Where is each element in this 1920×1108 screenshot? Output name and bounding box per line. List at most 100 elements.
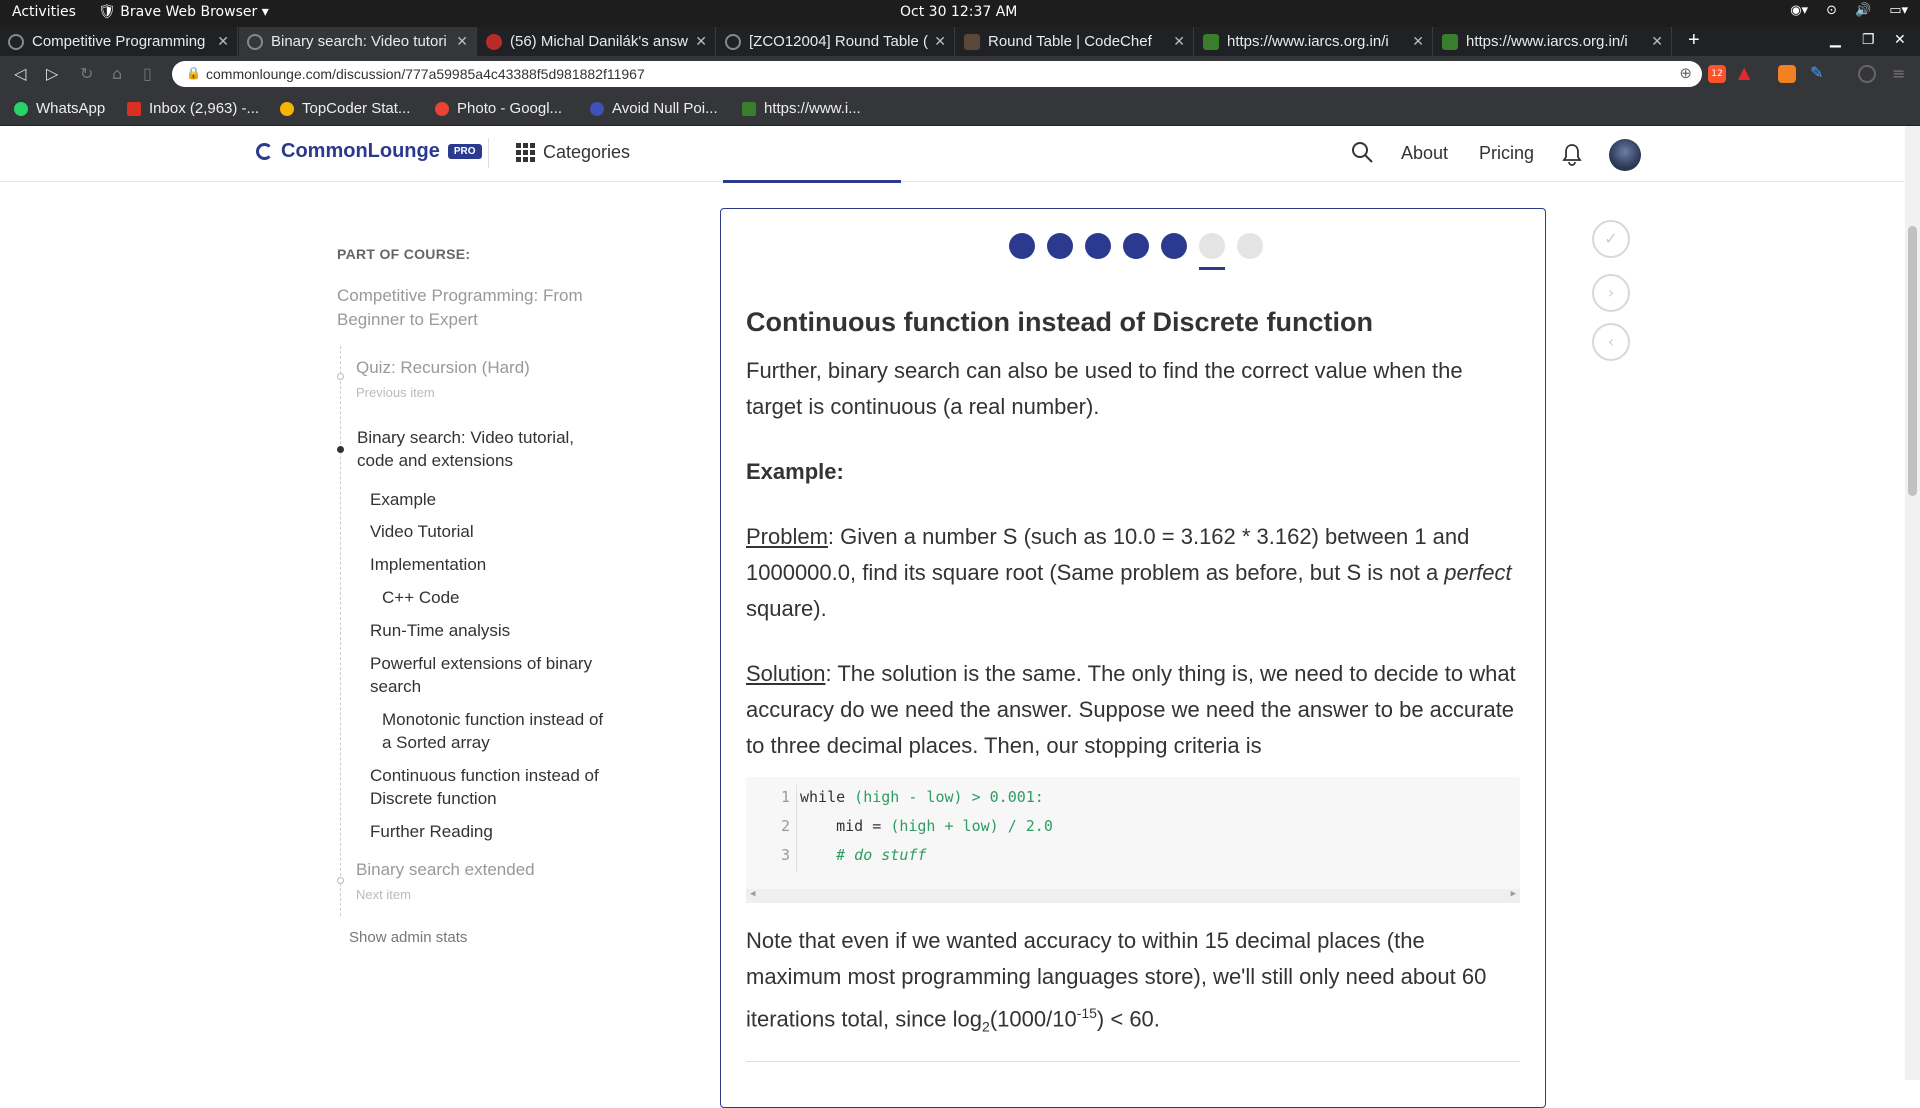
close-icon[interactable]: ✕: [1651, 33, 1663, 50]
section-link-continuous-function[interactable]: Continuous function instead of Discrete …: [370, 764, 610, 810]
close-window-icon[interactable]: ✕: [1894, 31, 1906, 48]
solution-paragraph: Solution: The solution is the same. The …: [746, 656, 1526, 764]
timeline-dot: [337, 373, 344, 380]
page-scrollbar[interactable]: [1905, 126, 1920, 1080]
bookmark-avoid-null[interactable]: Avoid Null Poi...: [590, 100, 718, 117]
bookmark-whatsapp[interactable]: WhatsApp: [14, 100, 105, 117]
tab-4[interactable]: Round Table | CodeChef ✕: [956, 27, 1194, 56]
tab-title: Competitive Programming: [32, 33, 206, 50]
extension-icon[interactable]: [1778, 65, 1796, 83]
tab-5[interactable]: https://www.iarcs.org.in/i ✕: [1195, 27, 1433, 56]
commonlounge-logo[interactable]: CommonLounge PRO: [256, 140, 482, 163]
bookmark-label: Photo - Googl...: [457, 100, 563, 117]
navigation-bar: ◁ ▷ ↻ ⌂ ▯ 🔒 commonlounge.com/discussion/…: [0, 56, 1920, 92]
next-button[interactable]: ›: [1592, 274, 1630, 312]
show-admin-stats-link[interactable]: Show admin stats: [349, 929, 467, 946]
home-icon[interactable]: ⌂: [112, 64, 122, 83]
system-tray[interactable]: ◉▾ ⊙ 🔊 ▭▾: [1790, 3, 1908, 18]
progress-step-4[interactable]: [1123, 233, 1149, 259]
address-bar[interactable]: 🔒 commonlounge.com/discussion/777a59985a…: [172, 61, 1702, 87]
progress-step-3[interactable]: [1085, 233, 1111, 259]
close-icon[interactable]: ✕: [1173, 33, 1185, 50]
zoom-icon[interactable]: ⊕: [1679, 64, 1692, 82]
bookmark-topcoder[interactable]: TopCoder Stat...: [280, 100, 410, 117]
bookmark-photo[interactable]: Photo - Googl...: [435, 100, 562, 117]
minimize-icon[interactable]: ▁: [1830, 31, 1841, 48]
scroll-left-icon[interactable]: ◀: [750, 889, 755, 899]
tab-6[interactable]: https://www.iarcs.org.in/i ✕: [1434, 27, 1672, 56]
pro-badge: PRO: [447, 144, 482, 159]
emphasis-text: perfect: [1444, 560, 1512, 585]
section-link-runtime-analysis[interactable]: Run-Time analysis: [370, 619, 510, 642]
close-icon[interactable]: ✕: [695, 33, 707, 50]
tab-title: https://www.iarcs.org.in/i: [1227, 33, 1389, 50]
previous-item-label: Previous item: [356, 385, 435, 400]
progress-step-6[interactable]: [1199, 233, 1225, 270]
current-item-title[interactable]: Binary search: Video tutorial, code and …: [357, 426, 607, 472]
url-text: commonlounge.com/discussion/777a59985a4c…: [206, 66, 645, 82]
tab-1[interactable]: Binary search: Video tutori ✕: [239, 27, 477, 56]
progress-step-1[interactable]: [1009, 233, 1035, 259]
forward-icon[interactable]: ▷: [46, 64, 58, 83]
bookmark-icon[interactable]: ▯: [143, 64, 152, 83]
bookmark-inbox[interactable]: Inbox (2,963) -...: [127, 100, 259, 117]
previous-item-link[interactable]: Quiz: Recursion (Hard): [356, 356, 616, 379]
tab-3[interactable]: [ZCO12004] Round Table (2 ✕: [717, 27, 955, 56]
site-header: CommonLounge PRO Categories About Pricin…: [0, 126, 1905, 182]
new-tab-button[interactable]: +: [1688, 29, 1700, 52]
course-title-link[interactable]: Competitive Programming: From Beginner t…: [337, 284, 607, 332]
progress-step-7[interactable]: [1237, 233, 1263, 259]
text-line: Note that even if we wanted accuracy to …: [746, 928, 1425, 953]
mark-complete-button[interactable]: ✓: [1592, 220, 1630, 258]
tab-0[interactable]: Competitive Programming ✕: [0, 27, 238, 56]
categories-label: Categories: [543, 142, 631, 162]
bell-icon[interactable]: [1561, 143, 1583, 167]
profile-icon[interactable]: [1858, 65, 1876, 83]
activities-button[interactable]: Activities: [12, 4, 76, 20]
reload-icon[interactable]: ↻: [80, 64, 93, 83]
avatar[interactable]: [1609, 139, 1641, 171]
section-link-further-reading[interactable]: Further Reading: [370, 820, 493, 843]
about-link[interactable]: About: [1401, 143, 1448, 164]
section-link-implementation[interactable]: Implementation: [370, 553, 486, 576]
menu-icon[interactable]: ≡: [1892, 64, 1905, 83]
scrollbar-thumb[interactable]: [1908, 226, 1917, 496]
section-link-cpp-code[interactable]: C++ Code: [382, 586, 460, 609]
close-icon[interactable]: ✕: [217, 33, 229, 50]
close-icon[interactable]: ✕: [1412, 33, 1424, 50]
tab-2[interactable]: (56) Michal Danilák's answ ✕: [478, 27, 716, 56]
previous-button[interactable]: ‹: [1592, 323, 1630, 361]
brand-name: CommonLounge: [281, 140, 440, 162]
categories-button[interactable]: Categories: [516, 142, 630, 163]
next-item-link[interactable]: Binary search extended: [356, 858, 535, 881]
bookmark-iarcs[interactable]: https://www.i...: [742, 100, 861, 117]
tab-indicator: [723, 180, 901, 183]
search-icon[interactable]: [1350, 140, 1374, 164]
restore-icon[interactable]: ❐: [1862, 31, 1875, 48]
close-icon[interactable]: ✕: [934, 33, 946, 50]
section-link-video-tutorial[interactable]: Video Tutorial: [370, 520, 474, 543]
app-menu[interactable]: 🛡 Brave Web Browser ▾: [98, 4, 269, 20]
pricing-link[interactable]: Pricing: [1479, 143, 1534, 164]
code-expression: (high - low) > 0.001:: [845, 788, 1044, 806]
bookmarks-bar: WhatsApp Inbox (2,963) -... TopCoder Sta…: [0, 92, 1920, 126]
section-link-powerful-extensions[interactable]: Powerful extensions of binary search: [370, 652, 610, 698]
section-link-example[interactable]: Example: [370, 488, 436, 511]
line-number: 3: [780, 846, 790, 864]
progress-step-2[interactable]: [1047, 233, 1073, 259]
brave-rewards-icon[interactable]: ▲: [1738, 65, 1756, 83]
chevron-right-icon: ›: [1607, 283, 1615, 302]
section-link-monotonic-function[interactable]: Monotonic function instead of a Sorted a…: [382, 708, 617, 754]
scroll-right-icon[interactable]: ▶: [1511, 889, 1516, 899]
close-icon[interactable]: ✕: [456, 33, 468, 50]
tab-title: (56) Michal Danilák's answ: [510, 33, 688, 50]
superscript: -15: [1076, 1005, 1097, 1021]
pen-extension-icon[interactable]: ✎: [1810, 65, 1828, 83]
code-block[interactable]: 1 while (high - low) > 0.001: 2 mid = (h…: [746, 777, 1520, 903]
brave-shields-icon[interactable]: 12: [1708, 65, 1726, 83]
progress-step-5[interactable]: [1161, 233, 1187, 259]
code-horizontal-scrollbar[interactable]: ◀ ▶: [746, 889, 1520, 903]
indicator-icon: ◉▾: [1790, 3, 1809, 18]
clock[interactable]: Oct 30 12:37 AM: [900, 4, 1017, 20]
back-icon[interactable]: ◁: [14, 64, 26, 83]
